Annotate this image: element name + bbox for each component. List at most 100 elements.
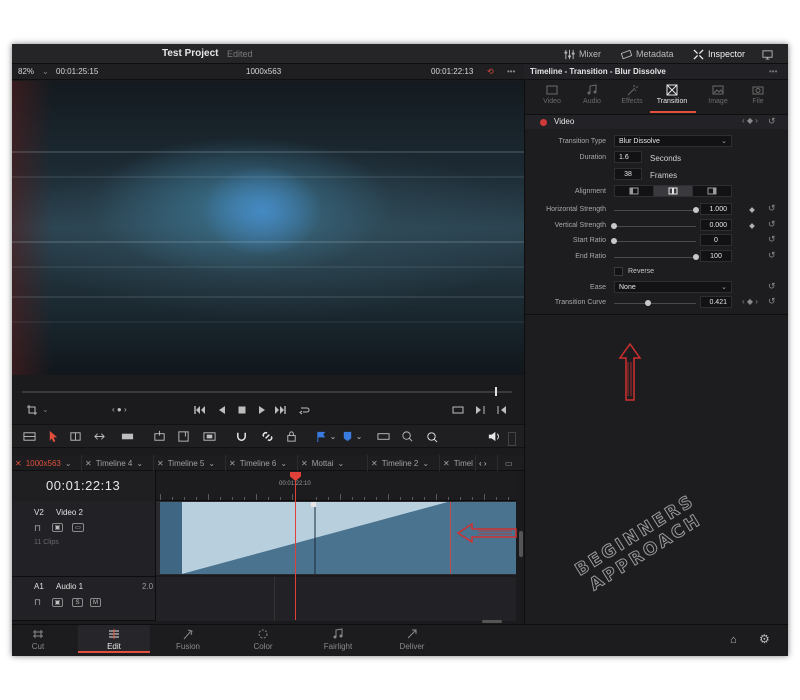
chevron-down-icon[interactable]: ⌄ <box>65 459 72 468</box>
chevron-down-icon[interactable]: ⌄ <box>338 459 345 468</box>
trim-tool-icon[interactable] <box>68 429 82 443</box>
tab-scroll-arrows[interactable]: ‹ › <box>476 455 498 471</box>
video-viewer[interactable] <box>12 81 524 375</box>
track-header-v2[interactable]: V2 Video 2 ⊓ ▣ ▭ 11 Clips <box>12 501 156 577</box>
zoom-level[interactable]: 82% <box>18 67 34 76</box>
page-color[interactable]: Color <box>233 628 293 651</box>
page-edit[interactable]: Edit <box>84 628 144 651</box>
page-deliver[interactable]: Deliver <box>382 628 442 651</box>
end-ratio-input[interactable]: 100 <box>700 250 732 262</box>
timeline-timecode[interactable]: 00:01:22:13 <box>46 478 120 493</box>
audio-level-icon[interactable] <box>486 429 500 443</box>
horizontal-strength-input[interactable]: 1.000 <box>700 203 732 215</box>
tab-file[interactable]: File <box>740 84 776 105</box>
track-visibility-icon[interactable]: ▭ <box>72 523 84 532</box>
auto-select-icon[interactable]: ▣ <box>52 598 63 607</box>
reset-icon[interactable]: ↺ <box>768 234 776 245</box>
play-icon[interactable] <box>256 404 268 416</box>
reset-icon[interactable]: ↺ <box>768 250 776 261</box>
transition-curve-knob[interactable] <box>645 300 651 306</box>
chevron-down-icon[interactable]: ⌄ <box>208 459 215 468</box>
scrub-head[interactable] <box>495 387 497 396</box>
replace-clip-icon[interactable] <box>202 429 216 443</box>
fullscreen-button[interactable] <box>762 47 773 61</box>
reset-icon[interactable]: ↺ <box>768 296 776 307</box>
transition-blur-dissolve[interactable] <box>182 502 448 574</box>
crop-icon[interactable] <box>26 404 38 416</box>
align-end-button[interactable] <box>693 186 731 196</box>
close-icon[interactable]: ✕ <box>443 459 450 468</box>
mixer-button[interactable]: Mixer <box>564 47 601 61</box>
ease-dropdown[interactable]: None ⌄ <box>614 281 732 293</box>
page-fusion[interactable]: Fusion <box>158 628 218 651</box>
keyframe-nav[interactable]: ‹ ◆ › <box>742 297 758 306</box>
match-frame-icon[interactable] <box>452 404 464 416</box>
vertical-strength-input[interactable]: 0.000 <box>700 219 732 231</box>
mark-out-icon[interactable] <box>496 404 508 416</box>
audio-track-a1[interactable] <box>156 577 516 621</box>
track-name[interactable]: Audio 1 <box>56 582 83 591</box>
transition-curve-slider[interactable] <box>614 303 696 304</box>
stop-icon[interactable] <box>236 404 248 416</box>
dynamic-trim-icon[interactable] <box>92 429 106 443</box>
last-frame-icon[interactable] <box>274 404 286 416</box>
lock-track-icon[interactable]: ⊓ <box>34 597 41 608</box>
linked-selection-icon[interactable] <box>260 429 274 443</box>
zoom-chevron-icon[interactable]: ⌄ <box>42 67 49 76</box>
start-ratio-input[interactable]: 0 <box>700 234 732 246</box>
close-icon[interactable]: ✕ <box>301 459 308 468</box>
playhead[interactable] <box>295 474 296 620</box>
inspector-more-icon[interactable]: ••• <box>769 67 777 76</box>
zoom-custom-icon[interactable] <box>424 429 438 443</box>
tab-timeline-6[interactable]: ✕ Timeline 2 ⌄ <box>368 455 440 471</box>
end-ratio-knob[interactable] <box>693 254 699 260</box>
chevron-down-icon[interactable]: ⌄ <box>422 459 429 468</box>
close-icon[interactable]: ✕ <box>229 459 236 468</box>
play-reverse-icon[interactable] <box>216 404 228 416</box>
more-options-icon[interactable]: ••• <box>507 67 515 76</box>
auto-select-icon[interactable]: ▣ <box>52 523 63 532</box>
tab-video[interactable]: Video <box>534 84 570 105</box>
reverse-checkbox[interactable] <box>614 267 623 276</box>
lock-icon[interactable] <box>284 429 298 443</box>
close-icon[interactable]: ✕ <box>371 459 378 468</box>
reset-icon[interactable]: ↺ <box>768 203 776 214</box>
page-fairlight[interactable]: Fairlight <box>308 628 368 651</box>
video-clip[interactable] <box>160 502 182 574</box>
section-enable-toggle[interactable] <box>540 119 547 126</box>
home-icon[interactable]: ⌂ <box>730 634 737 646</box>
tab-options-icon[interactable]: ▭ <box>502 455 520 471</box>
close-icon[interactable]: ✕ <box>157 459 164 468</box>
scrub-bar[interactable] <box>22 391 512 393</box>
solo-button[interactable]: S <box>72 598 83 607</box>
reset-icon[interactable]: ↺ <box>768 219 776 230</box>
vertical-strength-knob[interactable] <box>611 223 617 229</box>
tab-timeline-4[interactable]: ✕ Timeline 6 ⌄ <box>226 455 298 471</box>
selection-tool-icon[interactable] <box>46 429 60 443</box>
tab-transition[interactable]: Transition <box>654 84 690 105</box>
tab-timeline-2[interactable]: ✕ Timeline 4 ⌄ <box>82 455 154 471</box>
timeline-h-scrollbar[interactable] <box>482 620 502 623</box>
horizontal-strength-knob[interactable] <box>693 207 699 213</box>
snapping-icon[interactable] <box>234 429 248 443</box>
viewer-options-chevron-icon[interactable]: ⌄ <box>42 405 49 414</box>
zoom-full-icon[interactable] <box>376 429 390 443</box>
mark-in-icon[interactable] <box>474 404 486 416</box>
track-name[interactable]: Video 2 <box>56 508 83 517</box>
first-frame-icon[interactable] <box>194 404 206 416</box>
tab-audio[interactable]: Audio <box>574 84 610 105</box>
tab-image[interactable]: Image <box>700 84 736 105</box>
transition-curve-input[interactable]: 0.421 <box>700 296 732 308</box>
close-icon[interactable]: ✕ <box>15 459 22 468</box>
duration-frames-input[interactable]: 38 <box>614 168 642 180</box>
settings-gear-icon[interactable]: ⚙ <box>759 632 770 646</box>
transition-type-dropdown[interactable]: Blur Dissolve ⌄ <box>614 135 732 147</box>
chevron-down-icon[interactable]: ⌄ <box>280 459 287 468</box>
tab-timeline-1[interactable]: ✕ 1000x563 ⌄ <box>12 455 82 471</box>
tab-timeline-5[interactable]: ✕ Mottai ⌄ <box>298 455 368 471</box>
align-center-button[interactable] <box>654 186 693 196</box>
sync-icon[interactable]: ⟲ <box>487 67 494 76</box>
marker-chevron-icon[interactable]: ⌄ <box>352 429 366 443</box>
reset-icon[interactable]: ↺ <box>768 281 776 292</box>
horizontal-strength-slider[interactable] <box>614 210 696 211</box>
